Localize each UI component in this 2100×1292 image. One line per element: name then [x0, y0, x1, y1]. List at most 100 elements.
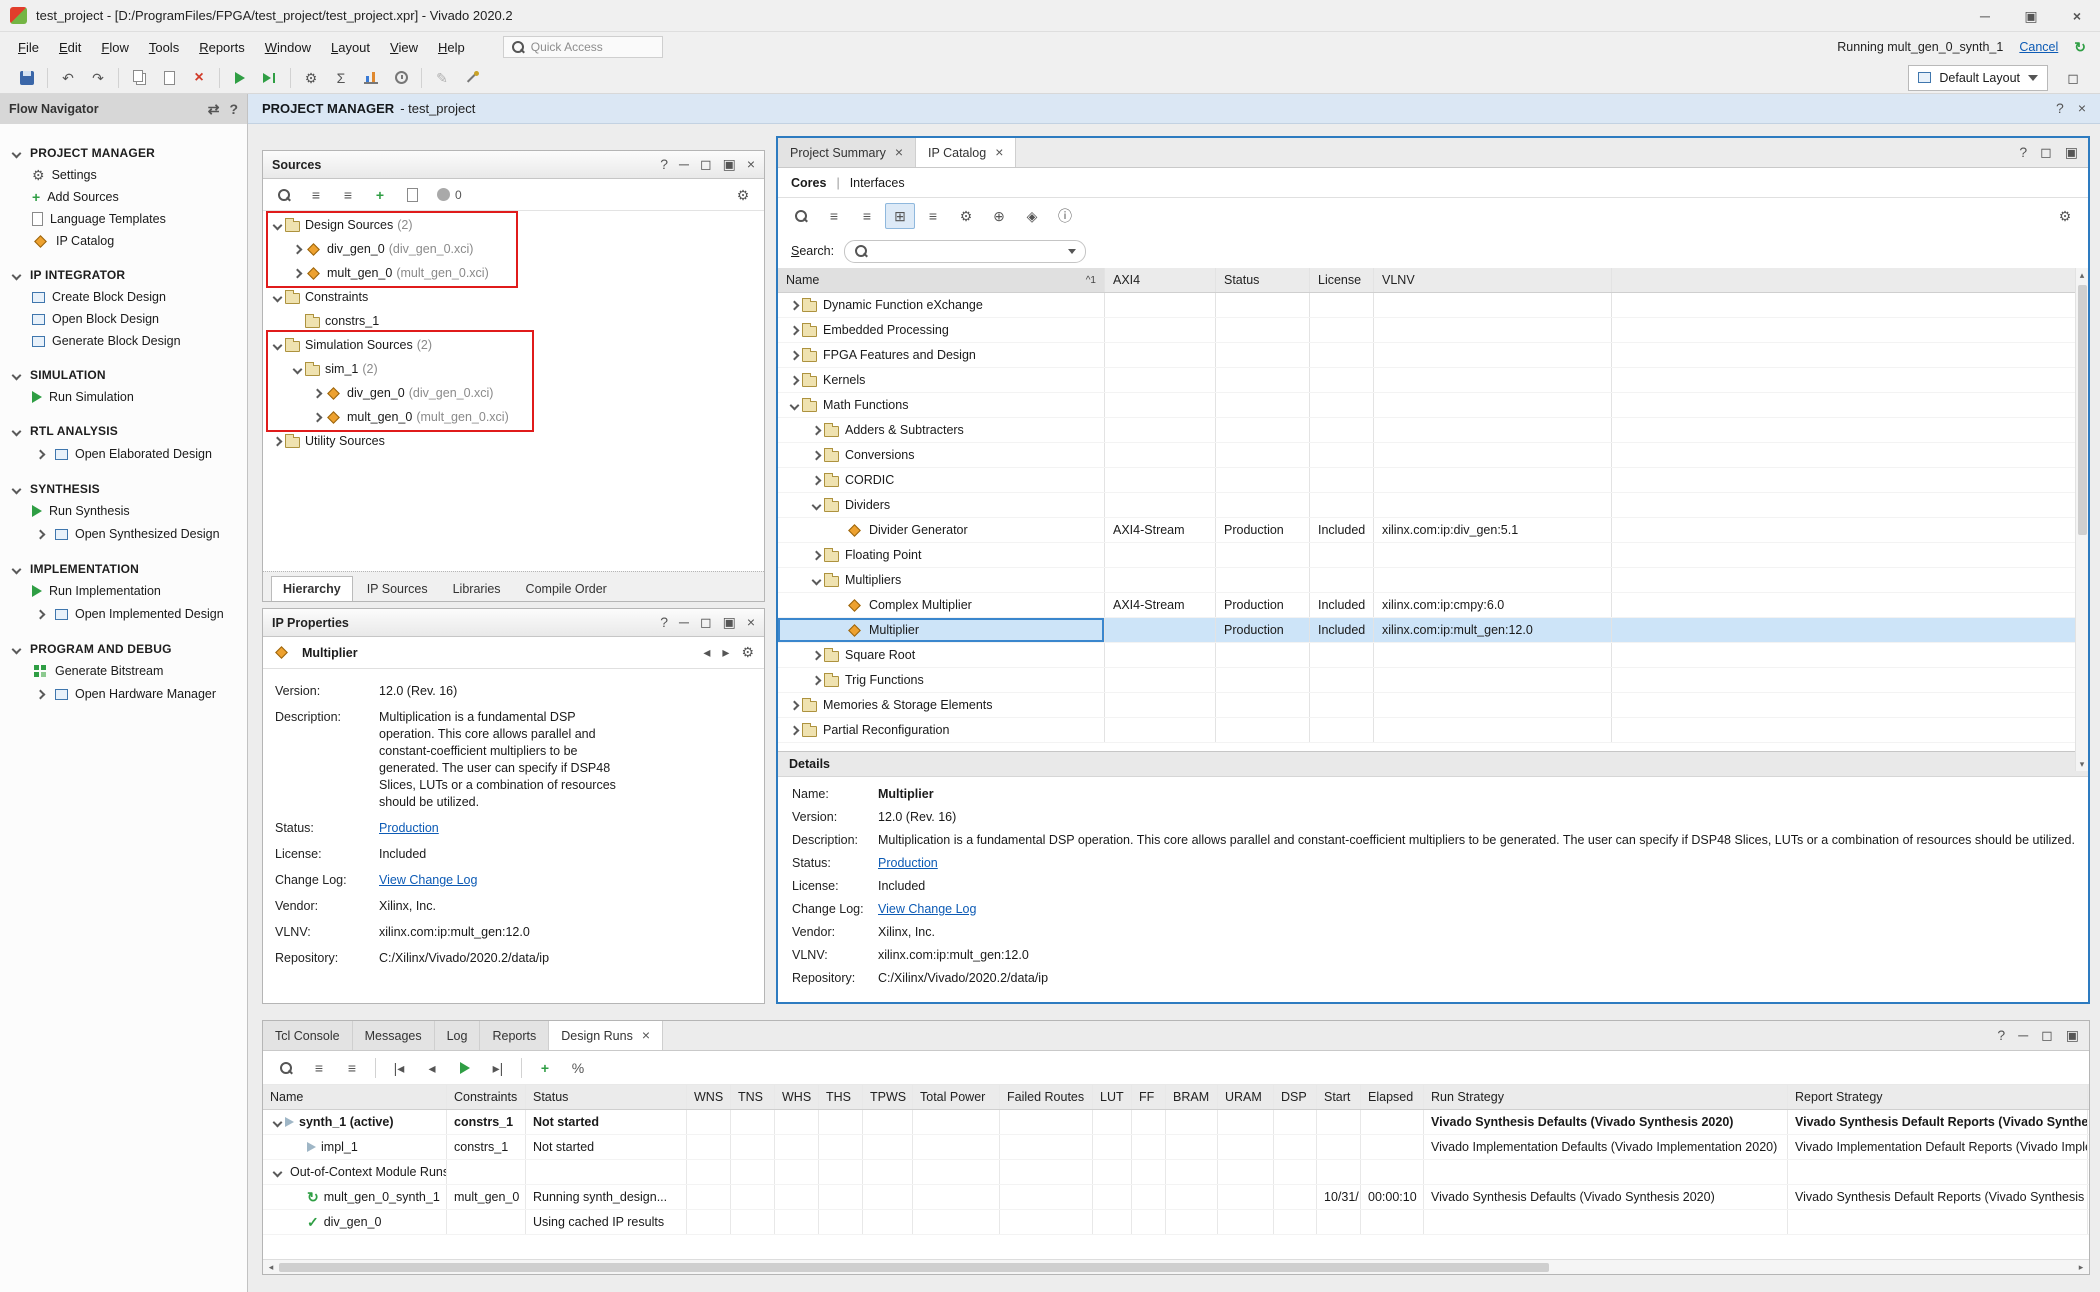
- run-column-header-start[interactable]: Start: [1317, 1085, 1361, 1109]
- collapse-toggle[interactable]: [8, 423, 24, 439]
- tab-reports[interactable]: Reports: [480, 1021, 549, 1050]
- collapse-toggle[interactable]: [808, 497, 824, 513]
- sources-float-button[interactable]: ◻: [700, 157, 712, 172]
- link-button[interactable]: ⊕: [984, 203, 1014, 229]
- source-item-mult-gen-0[interactable]: mult_gen_0(mult_gen_0.xci): [263, 261, 764, 285]
- ip-properties-minimize-button[interactable]: ─: [679, 615, 689, 630]
- collapse-all-button[interactable]: ≡: [301, 182, 331, 208]
- sources-tab-libraries[interactable]: Libraries: [442, 577, 512, 601]
- source-item-simulation-sources[interactable]: Simulation Sources(2): [263, 333, 764, 357]
- property-value[interactable]: View Change Log: [878, 901, 2074, 918]
- menu-edit[interactable]: Edit: [49, 36, 91, 59]
- save-button[interactable]: [12, 65, 42, 91]
- source-item-constrs-1[interactable]: constrs_1: [263, 309, 764, 333]
- run-column-header-wns[interactable]: WNS: [687, 1085, 731, 1109]
- step-button[interactable]: [255, 65, 285, 91]
- expand-toggle[interactable]: [32, 526, 48, 542]
- percent-button[interactable]: %: [563, 1055, 593, 1081]
- ip-properties-close-button[interactable]: ×: [747, 615, 755, 630]
- close-button[interactable]: ×: [2078, 101, 2086, 116]
- catalog-search-input[interactable]: [844, 240, 1086, 263]
- run-column-header-tns[interactable]: TNS: [731, 1085, 775, 1109]
- expand-toggle[interactable]: [786, 722, 802, 738]
- collapse-toggle[interactable]: [269, 1114, 285, 1130]
- sources-help-button[interactable]: ?: [660, 157, 668, 172]
- sum-button[interactable]: Σ: [326, 65, 356, 91]
- step-back-button[interactable]: ◂: [417, 1055, 447, 1081]
- flownav-section-header[interactable]: IMPLEMENTATION: [0, 558, 247, 580]
- expand-toggle[interactable]: [786, 372, 802, 388]
- flownav-item-open-hardware-manager[interactable]: Open Hardware Manager: [0, 682, 247, 706]
- run-column-header-lut[interactable]: LUT: [1093, 1085, 1132, 1109]
- play-button[interactable]: [450, 1055, 480, 1081]
- collapse-toggle[interactable]: [269, 289, 285, 305]
- catalog-row-cordic[interactable]: CORDIC: [778, 468, 2088, 493]
- catalog-float-button[interactable]: ◻: [2040, 145, 2052, 160]
- collapse-toggle[interactable]: [8, 481, 24, 497]
- source-item-utility-sources[interactable]: Utility Sources: [263, 429, 764, 453]
- subtab-cores[interactable]: Cores: [791, 176, 826, 190]
- source-item-mult-gen-0[interactable]: mult_gen_0(mult_gen_0.xci): [263, 405, 764, 429]
- layout-selector[interactable]: Default Layout: [1908, 65, 2048, 91]
- design-run-row-mult-gen-0-synth-1[interactable]: ↻mult_gen_0_synth_1mult_gen_0Running syn…: [263, 1185, 2089, 1210]
- run-column-header-status[interactable]: Status: [526, 1085, 687, 1109]
- menu-layout[interactable]: Layout: [321, 36, 380, 59]
- design-run-row-div-gen-0[interactable]: ✓div_gen_0Using cached IP results: [263, 1210, 2089, 1235]
- subtab-interfaces[interactable]: Interfaces: [850, 176, 905, 190]
- run-column-header-name[interactable]: Name: [263, 1085, 447, 1109]
- expand-toggle[interactable]: [808, 472, 824, 488]
- menu-reports[interactable]: Reports: [189, 36, 255, 59]
- flownav-section-header[interactable]: SYNTHESIS: [0, 478, 247, 500]
- catalog-maximize-button[interactable]: ▣: [2065, 145, 2078, 160]
- collapse-toggle[interactable]: [269, 1164, 285, 1180]
- sources-settings-button[interactable]: ⚙: [728, 182, 758, 208]
- menu-file[interactable]: File: [8, 36, 49, 59]
- tab-design-runs[interactable]: Design Runs×: [549, 1021, 663, 1050]
- run-column-header-bram[interactable]: BRAM: [1166, 1085, 1218, 1109]
- customize-button[interactable]: ⚙: [951, 203, 981, 229]
- scroll-right-icon[interactable]: ▸: [2073, 1262, 2089, 1273]
- info-button[interactable]: ⓘ: [1050, 203, 1080, 229]
- sources-tab-ip-sources[interactable]: IP Sources: [356, 577, 439, 601]
- menu-tools[interactable]: Tools: [139, 36, 189, 59]
- run-button[interactable]: [225, 65, 255, 91]
- maximize-button[interactable]: ▣: [2008, 0, 2054, 31]
- expand-toggle[interactable]: [309, 385, 325, 401]
- flownav-section-header[interactable]: PROJECT MANAGER: [0, 142, 247, 164]
- copy-button[interactable]: [124, 65, 154, 91]
- expand-toggle[interactable]: [32, 606, 48, 622]
- run-column-header-constraints[interactable]: Constraints: [447, 1085, 526, 1109]
- collapse-toggle[interactable]: [289, 361, 305, 377]
- expand-toggle[interactable]: [808, 647, 824, 663]
- menu-view[interactable]: View: [380, 36, 428, 59]
- search-button[interactable]: [271, 1055, 301, 1081]
- expand-toggle[interactable]: [786, 697, 802, 713]
- scroll-up-icon[interactable]: ▴: [2076, 268, 2088, 282]
- ip-properties-settings-button[interactable]: ⚙: [741, 645, 754, 660]
- catalog-row-dynamic-function-exchange[interactable]: Dynamic Function eXchange: [778, 293, 2088, 318]
- expand-toggle[interactable]: [289, 265, 305, 281]
- run-column-header-dsp[interactable]: DSP: [1274, 1085, 1317, 1109]
- menu-help[interactable]: Help: [428, 36, 475, 59]
- expand-toggle[interactable]: [808, 547, 824, 563]
- expand-all-button[interactable]: ≡: [333, 182, 363, 208]
- cancel-link[interactable]: Cancel: [2019, 40, 2058, 54]
- close-button[interactable]: ×: [2054, 0, 2100, 31]
- collapse-toggle[interactable]: [8, 561, 24, 577]
- collapse-toggle[interactable]: [269, 337, 285, 353]
- tab-ip-catalog[interactable]: IP Catalog×: [916, 138, 1016, 167]
- flownav-section-header[interactable]: RTL ANALYSIS: [0, 420, 247, 442]
- vertical-scrollbar[interactable]: ▴ ▾: [2075, 268, 2088, 771]
- runs-float-button[interactable]: ◻: [2041, 1028, 2053, 1043]
- catalog-row-fpga-features-and-design[interactable]: FPGA Features and Design: [778, 343, 2088, 368]
- source-item-div-gen-0[interactable]: div_gen_0(div_gen_0.xci): [263, 381, 764, 405]
- catalog-row-math-functions[interactable]: Math Functions: [778, 393, 2088, 418]
- collapse-toggle[interactable]: [808, 572, 824, 588]
- flownav-item-run-implementation[interactable]: Run Implementation: [0, 580, 247, 602]
- catalog-row-embedded-processing[interactable]: Embedded Processing: [778, 318, 2088, 343]
- run-column-header-uram[interactable]: URAM: [1218, 1085, 1274, 1109]
- menu-window[interactable]: Window: [255, 36, 321, 59]
- collapse-all-button[interactable]: ≡: [819, 203, 849, 229]
- flownav-item-run-simulation[interactable]: Run Simulation: [0, 386, 247, 408]
- forward-button[interactable]: ▸: [722, 645, 729, 660]
